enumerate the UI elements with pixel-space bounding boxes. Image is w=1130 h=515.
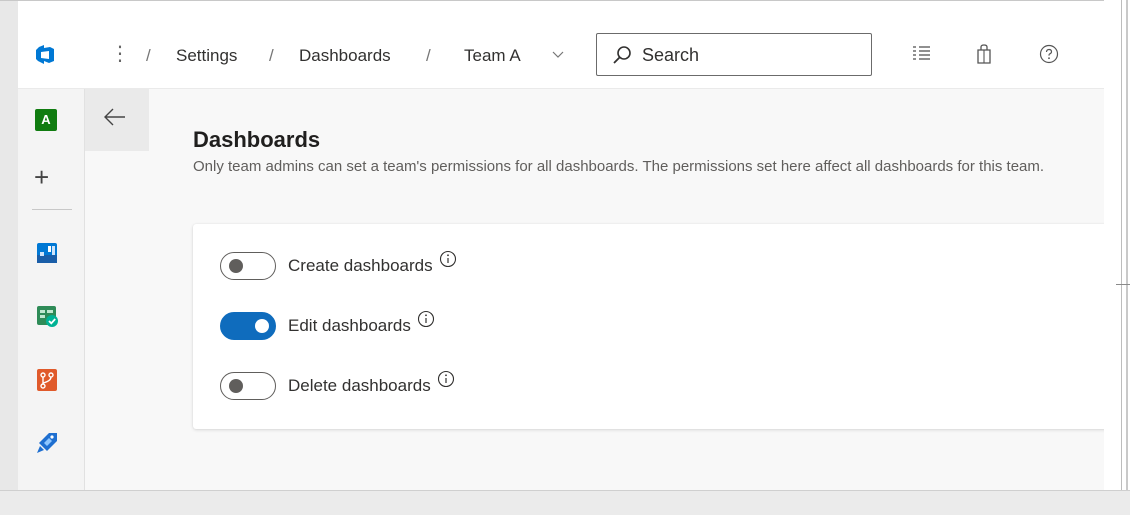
- permission-row-delete: Delete dashboards: [220, 370, 455, 401]
- page-title: Dashboards: [193, 127, 321, 152]
- test-plans-icon[interactable]: [35, 304, 59, 328]
- breadcrumb-settings[interactable]: Settings: [176, 46, 237, 66]
- chevron-down-icon[interactable]: [551, 47, 565, 61]
- toggle-knob: [229, 259, 243, 273]
- toggle-knob: [255, 319, 269, 333]
- permissions-card: Create dashboards Edit dashboards Delete…: [193, 224, 1104, 429]
- add-icon[interactable]: +: [34, 164, 49, 190]
- back-arrow-icon[interactable]: [103, 107, 127, 127]
- info-icon[interactable]: [439, 250, 457, 268]
- search-input[interactable]: [642, 43, 862, 67]
- edit-dashboards-toggle[interactable]: [220, 312, 276, 340]
- info-icon[interactable]: [437, 370, 455, 388]
- create-dashboards-toggle[interactable]: [220, 252, 276, 280]
- create-dashboards-label: Create dashboards: [288, 256, 433, 275]
- edit-dashboards-label: Edit dashboards: [288, 316, 411, 335]
- delete-dashboards-toggle[interactable]: [220, 372, 276, 400]
- app-window: ⋮ / Settings / Dashboards / Team A Searc…: [18, 1, 1104, 490]
- checklist-icon[interactable]: [910, 43, 932, 65]
- back-button-pane: [85, 89, 149, 151]
- toggle-knob: [229, 379, 243, 393]
- more-actions-icon[interactable]: ⋮: [110, 43, 130, 65]
- permission-row-create: Create dashboards: [220, 250, 457, 281]
- left-navigation: A +: [18, 89, 85, 490]
- delete-dashboards-label: Delete dashboards: [288, 376, 431, 395]
- permission-row-edit: Edit dashboards: [220, 310, 435, 341]
- window-edge-mark: [1116, 284, 1130, 285]
- content-background-strip: [85, 151, 149, 490]
- shopping-bag-icon[interactable]: [973, 43, 995, 65]
- breadcrumb-team-selector[interactable]: Team A: [464, 46, 521, 66]
- search-icon: [613, 46, 631, 64]
- window-scrollbar-edge: [1126, 0, 1128, 490]
- breadcrumb-separator: /: [426, 46, 431, 65]
- sidebar-divider: [32, 209, 72, 210]
- info-icon[interactable]: [417, 310, 435, 328]
- help-icon[interactable]: [1038, 43, 1060, 65]
- repos-icon[interactable]: [35, 368, 59, 392]
- breadcrumb-separator: /: [269, 46, 274, 65]
- azure-devops-logo-icon[interactable]: [34, 43, 58, 67]
- search-box[interactable]: [596, 33, 872, 76]
- main-content: Dashboards Only team admins can set a te…: [149, 89, 1104, 490]
- project-avatar[interactable]: A: [35, 109, 57, 131]
- pipelines-icon[interactable]: [35, 431, 59, 455]
- window-right-border: [1121, 0, 1122, 490]
- window-bottom-band: [0, 490, 1130, 515]
- top-header: ⋮ / Settings / Dashboards / Team A: [18, 1, 1104, 89]
- breadcrumb-dashboards[interactable]: Dashboards: [299, 46, 391, 66]
- page-description: Only team admins can set a team's permis…: [193, 158, 1045, 175]
- boards-icon[interactable]: [35, 241, 59, 265]
- breadcrumb-separator: /: [146, 46, 151, 65]
